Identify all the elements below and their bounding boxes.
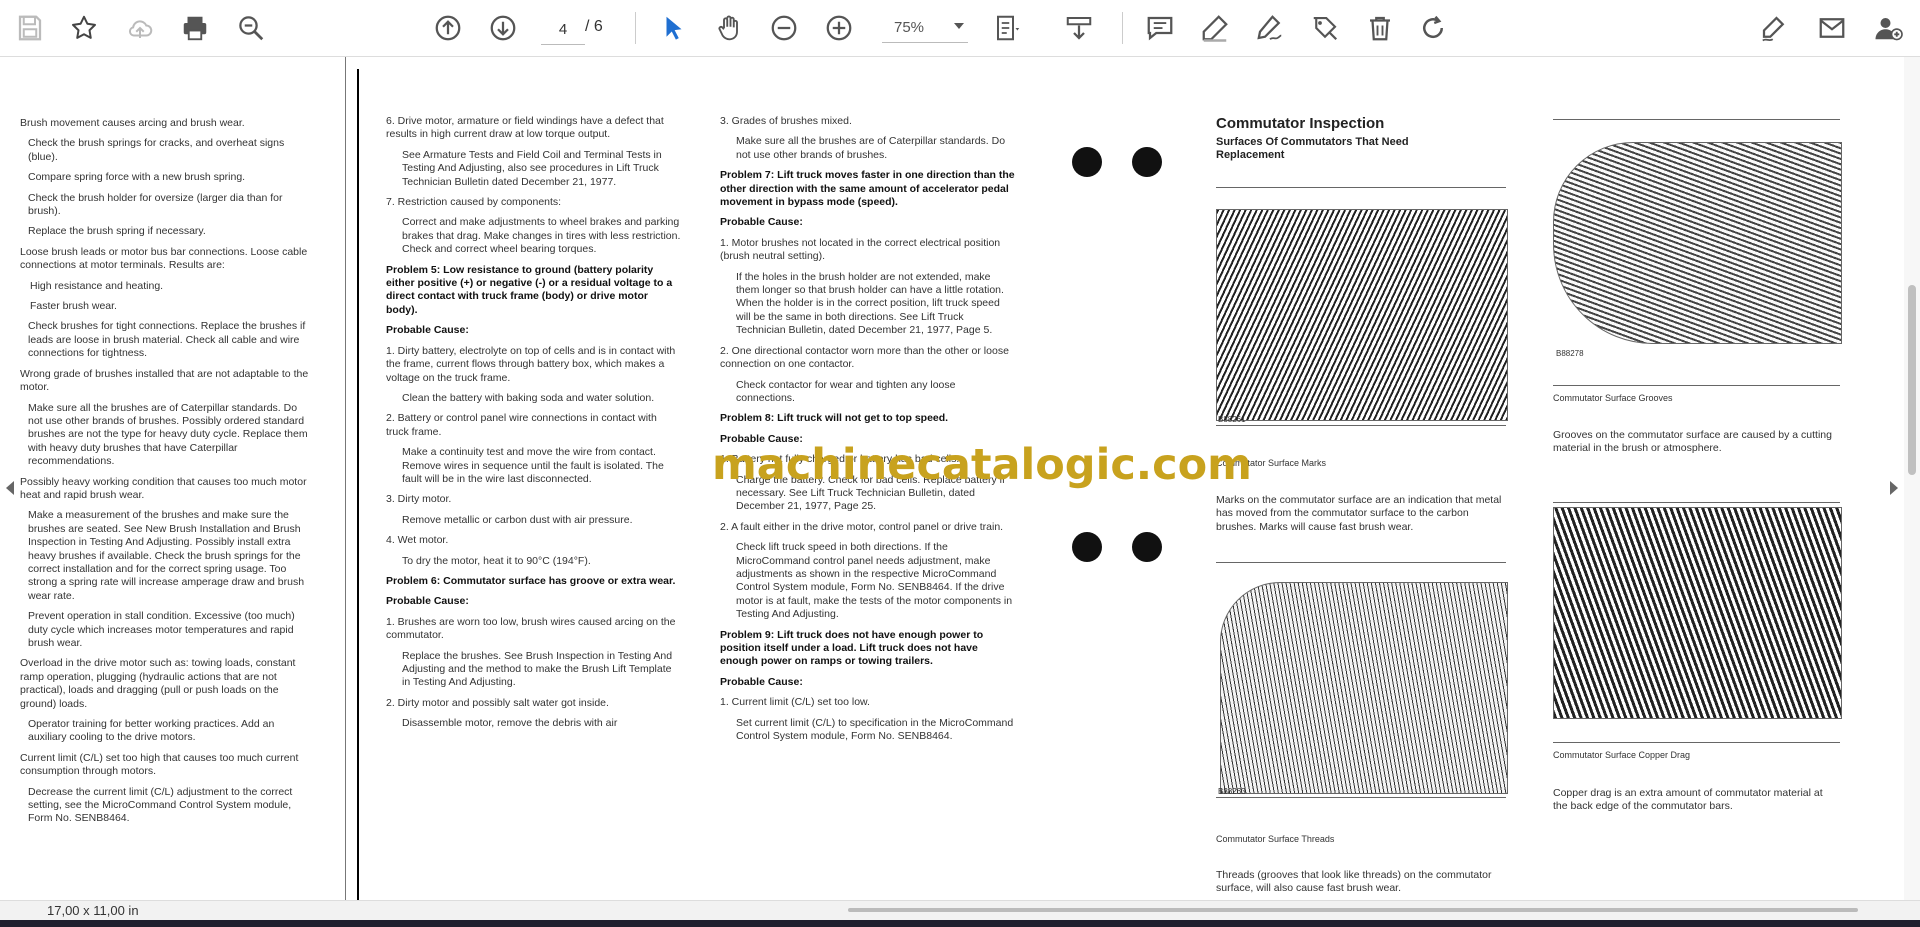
scrollbar-thumb[interactable] <box>1908 285 1916 475</box>
zoom-select[interactable]: 75% <box>882 14 968 43</box>
email-icon[interactable] <box>1814 10 1850 46</box>
binder-hole <box>1132 147 1162 177</box>
bookmark-star-icon[interactable] <box>66 10 102 46</box>
binder-hole <box>1072 532 1102 562</box>
caption: Commutator Surface Copper Drag <box>1553 750 1691 760</box>
watermark: machinecatalogic.com <box>712 440 1252 490</box>
draw-sign-icon[interactable] <box>1252 10 1288 46</box>
caption: Commutator Surface Threads <box>1216 834 1335 844</box>
rotate-icon[interactable] <box>1415 10 1451 46</box>
paragraph: Marks on the commutator surface are an i… <box>1216 494 1502 533</box>
save-icon[interactable] <box>12 10 48 46</box>
column-2-text: 6. Drive motor, armature or field windin… <box>386 115 681 730</box>
rule <box>1553 385 1840 386</box>
page-margin-rule <box>357 69 359 901</box>
hand-pan-icon[interactable] <box>711 10 747 46</box>
rule <box>1553 742 1840 743</box>
commutator-threads-photo <box>1220 582 1508 794</box>
pdf-page-left: Brush movement causes arcing and brush w… <box>18 57 344 901</box>
page-size: 17,00 x 11,00 in <box>47 903 139 918</box>
zoom-out-magnifier-icon[interactable] <box>233 10 269 46</box>
page-boundary <box>345 57 346 901</box>
rule <box>1553 119 1840 120</box>
commutator-marks-photo <box>1216 209 1508 421</box>
fit-page-icon[interactable] <box>990 10 1026 46</box>
paragraph: Grooves on the commutator surface are ca… <box>1553 429 1832 455</box>
page-up-icon[interactable] <box>430 10 466 46</box>
photo-code: B88278 <box>1556 349 1584 358</box>
vertical-scrollbar[interactable] <box>1904 57 1920 901</box>
rule <box>1216 187 1506 188</box>
document-viewer[interactable]: Brush movement causes arcing and brush w… <box>0 57 1920 901</box>
highlight-pen-icon[interactable] <box>1197 10 1233 46</box>
zoom-plus-icon[interactable] <box>821 10 857 46</box>
caption: Commutator Surface Grooves <box>1553 393 1673 403</box>
fill-sign-icon[interactable] <box>1756 10 1792 46</box>
rule <box>1216 425 1506 426</box>
chevron-down-icon <box>954 23 964 29</box>
upload-cloud-icon[interactable] <box>122 10 158 46</box>
page-number-input[interactable] <box>541 14 585 45</box>
toolbar-separator <box>1122 12 1123 44</box>
page-left-text: Brush movement causes arcing and brush w… <box>20 117 309 825</box>
commutator-grooves-photo <box>1553 142 1842 344</box>
print-icon[interactable] <box>177 10 213 46</box>
toolbar-separator <box>635 12 636 44</box>
page-down-icon[interactable] <box>485 10 521 46</box>
edit-tag-icon[interactable] <box>1307 10 1343 46</box>
copper-drag-photo <box>1553 507 1842 719</box>
column-4-header: Commutator Inspection Surfaces Of Commut… <box>1216 115 1409 162</box>
toolbar: / 6 75% <box>0 0 1920 57</box>
scroll-mode-icon[interactable] <box>1061 10 1097 46</box>
rule <box>1553 502 1840 503</box>
select-cursor-icon[interactable] <box>656 10 692 46</box>
paragraph: Copper drag is an extra amount of commut… <box>1553 787 1823 813</box>
rule <box>1216 797 1506 798</box>
horizontal-scrollbar[interactable] <box>848 908 1858 912</box>
next-page-arrow-icon[interactable] <box>1890 481 1898 495</box>
taskbar-edge <box>0 920 1920 927</box>
page-total: / 6 <box>585 18 603 35</box>
prev-page-arrow-icon[interactable] <box>6 481 14 495</box>
paragraph: Threads (grooves that look like threads)… <box>1216 869 1492 895</box>
rule <box>1216 562 1506 563</box>
binder-hole <box>1072 147 1102 177</box>
binder-hole <box>1132 532 1162 562</box>
zoom-minus-icon[interactable] <box>766 10 802 46</box>
comment-icon[interactable] <box>1142 10 1178 46</box>
delete-trash-icon[interactable] <box>1362 10 1398 46</box>
zoom-value: 75% <box>894 19 925 36</box>
add-user-icon[interactable] <box>1870 10 1906 46</box>
